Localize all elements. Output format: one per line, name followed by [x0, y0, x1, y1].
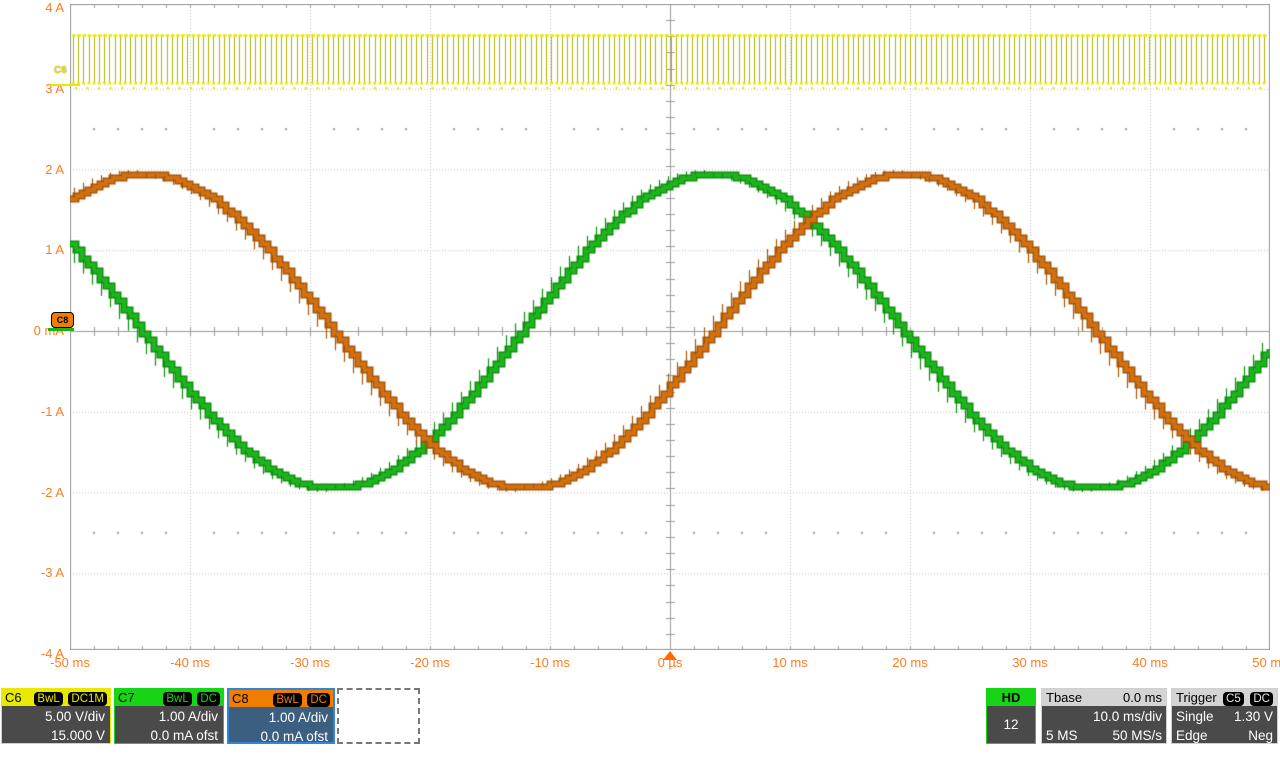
coupling-badge: DC [197, 692, 220, 706]
x-tick-label: -30 ms [274, 655, 346, 670]
channel-offset: 15.000 V [7, 726, 105, 745]
channel-scale: 1.00 A/div [120, 707, 218, 726]
x-tick-label: -40 ms [154, 655, 226, 670]
timebase-samples: 5 MS [1046, 726, 1078, 745]
hd-mode-box[interactable]: HD 12 Bits [986, 688, 1036, 744]
empty-channel-slot[interactable] [337, 688, 420, 744]
trigger-source-badge: C5 [1223, 692, 1244, 706]
channel-id: C6 [5, 690, 22, 705]
channel-settings: 1.00 A/div 0.0 mA ofst [229, 707, 333, 746]
trigger-box[interactable]: Trigger C5 DC Single 1.30 V Edge Neg [1171, 688, 1278, 744]
hd-label: HD [987, 689, 1035, 706]
channel-settings: 1.00 A/div 0.0 mA ofst [115, 706, 223, 745]
bandwidth-limit-badge: BwL [273, 693, 301, 707]
trigger-title: Trigger [1176, 690, 1217, 705]
y-tick-label: -3 A [0, 565, 64, 580]
hd-bits: 12 Bits [987, 706, 1035, 779]
coupling-badge: DC1M [68, 692, 107, 706]
c8-zero-marker[interactable]: C8 [51, 312, 74, 328]
coupling-badge: DC [307, 693, 330, 707]
trigger-time-marker[interactable] [663, 651, 677, 660]
channel-header: C8 BwL DC [229, 690, 333, 707]
x-tick-label: -20 ms [394, 655, 466, 670]
y-tick-label: -1 A [0, 404, 64, 419]
channel-descriptor-c8[interactable]: C8 BwL DC 1.00 A/div 0.0 mA ofst [227, 688, 335, 744]
c6-zero-line [49, 84, 80, 86]
channel-settings: 5.00 V/div 15.000 V [2, 706, 110, 745]
trigger-slope: Neg [1248, 726, 1273, 745]
timebase-box[interactable]: Tbase 0.0 ms 10.0 ms/div 5 MS 50 MS/s [1041, 688, 1167, 744]
x-tick-label: -10 ms [514, 655, 586, 670]
oscilloscope-screen: 4 A3 A2 A1 A0 mA-1 A-2 A-3 A-4 A -50 ms-… [0, 0, 1280, 747]
timebase-scale: 10.0 ms/div [1046, 707, 1162, 726]
y-tick-label: 2 A [0, 162, 64, 177]
channel-offset: 0.0 mA ofst [120, 726, 218, 745]
x-tick-label: 30 ms [994, 655, 1066, 670]
timebase-rate: 50 MS/s [1112, 726, 1162, 745]
channel-header: C6 BwL DC1M [2, 689, 110, 706]
waveform-grid[interactable] [70, 4, 1270, 650]
y-tick-label: 1 A [0, 242, 64, 257]
c7-zero-line [48, 328, 74, 331]
trigger-level: 1.30 V [1234, 707, 1273, 726]
x-tick-label: 40 ms [1114, 655, 1186, 670]
x-tick-label: 20 ms [874, 655, 946, 670]
y-tick-label: 4 A [0, 0, 64, 15]
channel-id: C8 [232, 691, 249, 706]
trigger-mode: Single [1176, 707, 1214, 726]
trigger-coupling-badge: DC [1250, 692, 1273, 706]
channel-descriptor-c7[interactable]: C7 BwL DC 1.00 A/div 0.0 mA ofst [114, 688, 224, 744]
y-tick-label: 3 A [0, 81, 64, 96]
timebase-delay: 0.0 ms [1123, 690, 1162, 705]
x-tick-label: 10 ms [754, 655, 826, 670]
channel-offset: 0.0 mA ofst [234, 727, 328, 746]
channel-scale: 5.00 V/div [7, 707, 105, 726]
y-tick-label: -2 A [0, 485, 64, 500]
trigger-type: Edge [1176, 726, 1208, 745]
bandwidth-limit-badge: BwL [163, 692, 191, 706]
x-tick-label: 50 ms [1234, 655, 1280, 670]
x-tick-label: -50 ms [34, 655, 106, 670]
bandwidth-limit-badge: BwL [34, 692, 62, 706]
channel-scale: 1.00 A/div [234, 708, 328, 727]
channel-descriptor-c6[interactable]: C6 BwL DC1M 5.00 V/div 15.000 V [1, 688, 111, 744]
channel-id: C7 [118, 690, 135, 705]
channel-header: C7 BwL DC [115, 689, 223, 706]
c6-zero-marker[interactable]: C6 [54, 65, 67, 76]
timebase-title: Tbase [1046, 690, 1082, 705]
